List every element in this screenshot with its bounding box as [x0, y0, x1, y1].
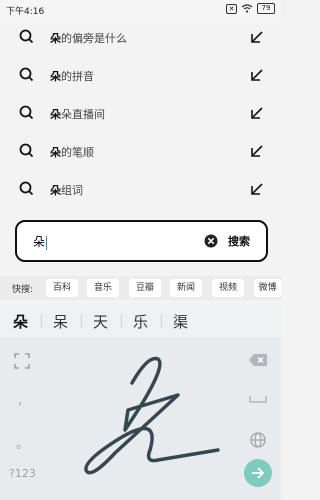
suggestion-text: 的偏旁是什么 — [61, 32, 127, 45]
search-input[interactable]: 朵 — [33, 233, 48, 250]
fill-arrow-icon[interactable] — [250, 68, 264, 82]
search-box: 朵 搜索 — [15, 220, 268, 262]
candidate-3[interactable]: 天 — [93, 311, 108, 332]
search-icon — [19, 29, 34, 44]
suggestion-match: 朵 — [50, 70, 61, 83]
search-icon — [19, 105, 34, 120]
suggestion-item[interactable]: 朵的偏旁是什么 — [0, 18, 281, 56]
suggestion-text: 的笔顺 — [61, 146, 94, 159]
suggestion-item[interactable]: 朵朵直播间 — [0, 94, 281, 132]
quick-chip-music[interactable]: 音乐 — [87, 279, 119, 297]
battery-icon: 79 — [257, 3, 275, 14]
text-caret — [46, 235, 48, 250]
search-icon — [19, 143, 34, 158]
fill-arrow-icon[interactable] — [250, 30, 264, 44]
wifi-icon — [241, 4, 253, 13]
suggestion-text: 朵直播间 — [61, 108, 105, 121]
suggestion-match: 朵 — [50, 146, 61, 159]
search-icon — [19, 181, 34, 196]
suggestion-match: 朵 — [50, 108, 61, 121]
space-icon[interactable] — [249, 395, 267, 403]
fill-arrow-icon[interactable] — [250, 106, 264, 120]
candidate-2[interactable]: 呆 — [53, 311, 68, 332]
candidate-4[interactable]: 乐 — [133, 311, 148, 332]
search-button[interactable]: 搜索 — [228, 233, 250, 249]
status-bar: 下午4:16 ✕ 79 — [0, 0, 281, 18]
clear-icon[interactable] — [204, 234, 218, 248]
notification-icon: ✕ — [226, 3, 237, 14]
handwriting-pad[interactable]: , 。 ?123 — [0, 337, 281, 500]
suggestion-text: 组词 — [61, 184, 83, 197]
suggestion-match: 朵 — [50, 32, 61, 45]
fill-arrow-icon[interactable] — [250, 182, 264, 196]
suggestion-item[interactable]: 朵的笔顺 — [0, 132, 281, 170]
suggestion-item[interactable]: 朵组词 — [0, 170, 281, 208]
quick-chip-video[interactable]: 视频 — [212, 279, 244, 297]
backspace-icon[interactable] — [248, 353, 268, 367]
candidate-bar: 朵 呆 天 乐 渠 — [0, 304, 281, 336]
fullscreen-icon[interactable] — [14, 353, 30, 369]
candidate-5[interactable]: 渠 — [173, 311, 188, 332]
quick-chip-news[interactable]: 新闻 — [170, 279, 202, 297]
suggestion-text: 的拼音 — [61, 70, 94, 83]
num-switch-key[interactable]: ?123 — [9, 467, 36, 480]
quick-chip-weibo[interactable]: 微博 — [254, 279, 281, 297]
enter-button[interactable] — [244, 459, 272, 487]
suggestion-item[interactable]: 朵的拼音 — [0, 56, 281, 94]
search-icon — [19, 67, 34, 82]
handwriting-stroke — [84, 356, 220, 475]
suggestion-match: 朵 — [50, 184, 61, 197]
quick-chip-douban[interactable]: 豆瓣 — [129, 279, 161, 297]
candidate-1[interactable]: 朵 — [13, 311, 28, 332]
quick-chip-baike[interactable]: 百科 — [46, 279, 78, 297]
status-time: 下午4:16 — [6, 7, 45, 17]
fill-arrow-icon[interactable] — [250, 144, 264, 158]
quick-search-label: 快搜: — [12, 285, 34, 295]
arrow-right-icon — [252, 467, 265, 479]
comma-key[interactable]: , — [18, 393, 22, 408]
globe-icon[interactable] — [250, 432, 266, 448]
period-key[interactable]: 。 — [16, 433, 29, 452]
quick-search-bar: 快搜: 百科 音乐 豆瓣 新闻 视频 微博 — [0, 276, 281, 300]
